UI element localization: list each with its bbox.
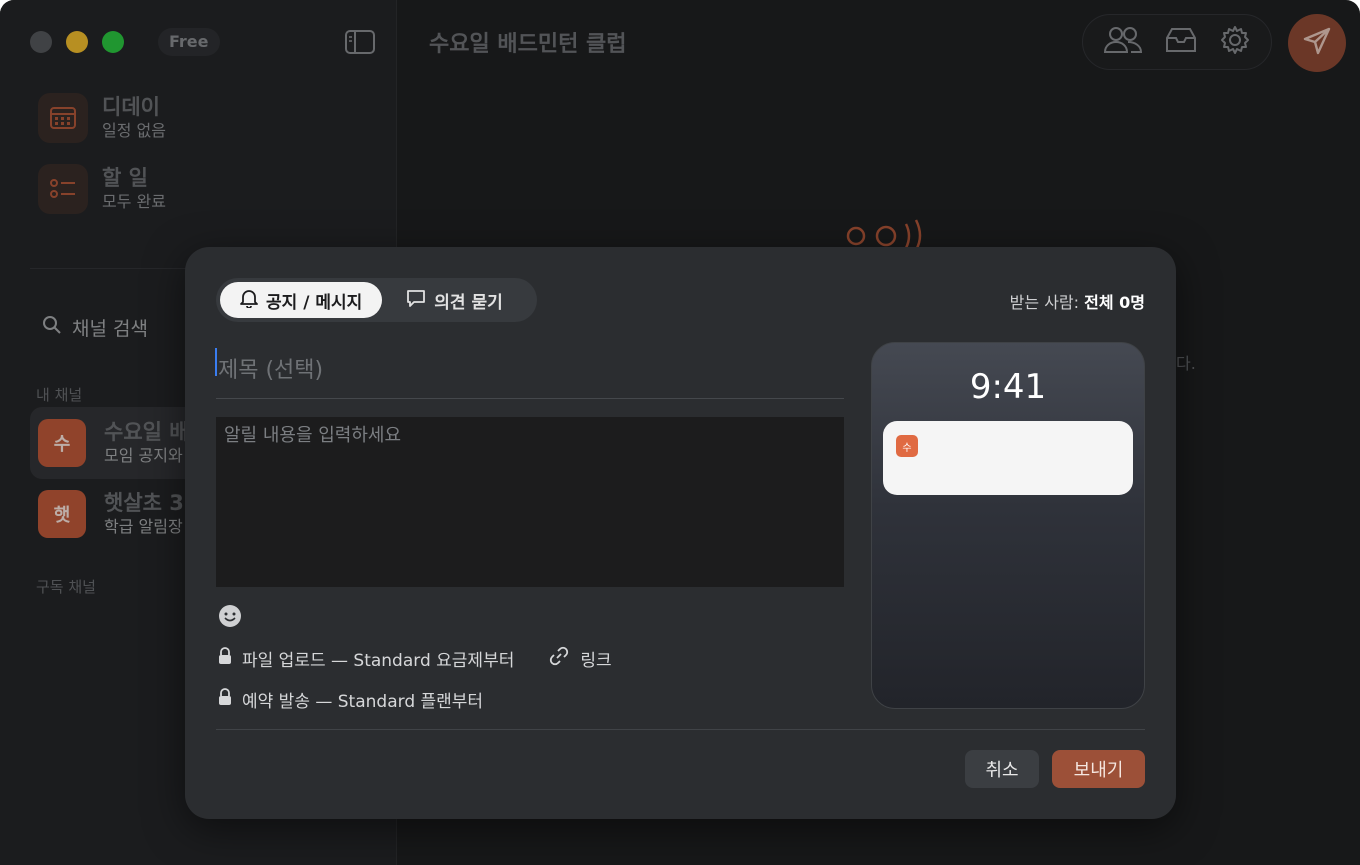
chat-bubble-icon [406,288,426,313]
tab-notice[interactable]: 공지 / 메시지 [220,282,383,318]
preview-notification: 수 [883,421,1133,495]
title-input[interactable] [216,343,844,399]
link-label: 링크 [580,651,612,671]
lock-icon [218,647,232,670]
compose-dialog: 공지 / 메시지 의견 묻기 받는 사람: 전체 0명 파일 업로드 — Sta… [185,247,1176,819]
link-button[interactable]: 링크 [548,645,612,672]
tab-notice-label: 공지 / 메시지 [266,292,363,313]
scheduled-send-label: 예약 발송 — Standard 플랜부터 [242,692,484,712]
message-body-input[interactable] [216,417,844,587]
recipients-summary[interactable]: 받는 사람: 전체 0명 [1010,289,1145,313]
text-caret [215,348,217,376]
dialog-divider [216,729,1145,730]
tab-poll-label: 의견 묻기 [434,292,503,313]
preview-app-icon: 수 [896,435,918,457]
emoji-icon[interactable] [218,604,242,628]
recipients-value: 전체 0명 [1084,293,1145,312]
notification-preview: 9:41 수 [871,342,1145,709]
file-upload-row: 파일 업로드 — Standard 요금제부터 링크 [218,645,612,672]
send-button[interactable]: 보내기 [1052,750,1145,788]
lock-icon [218,688,232,711]
recipients-label: 받는 사람: [1009,293,1080,312]
tab-poll[interactable]: 의견 묻기 [386,282,522,318]
app-window: Free 디데이 일정 없음 할 일 모두 완료 채널 검색 내 채널 수 수요… [0,0,1360,865]
cancel-button[interactable]: 취소 [965,750,1039,788]
bell-icon [240,288,258,313]
message-type-tabs: 공지 / 메시지 의견 묻기 [216,278,537,322]
file-upload-label: 파일 업로드 — Standard 요금제부터 [242,651,515,671]
scheduled-send-row: 예약 발송 — Standard 플랜부터 [218,687,483,712]
preview-time: 9:41 [969,367,1047,407]
link-icon [548,645,570,672]
